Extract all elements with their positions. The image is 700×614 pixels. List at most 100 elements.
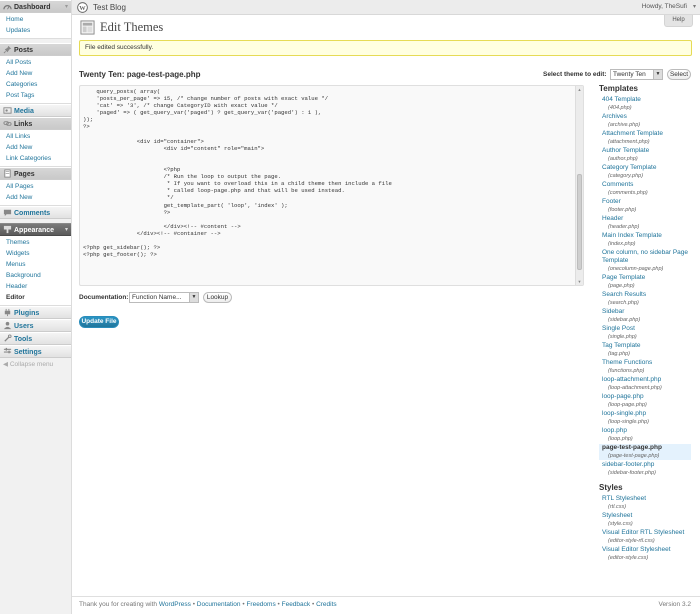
submenu-editor[interactable]: Editor xyxy=(0,292,71,303)
plugin-icon xyxy=(4,308,11,317)
menu-tools[interactable]: Tools xyxy=(0,332,71,345)
settings-icon xyxy=(3,347,12,354)
wordpress-logo-icon: W xyxy=(77,2,88,13)
help-button[interactable]: Help xyxy=(664,15,693,27)
submenu-updates[interactable]: Updates xyxy=(0,25,71,36)
submenu-all-posts[interactable]: All Posts xyxy=(0,57,71,68)
appearance-page-icon xyxy=(80,20,95,35)
documentation-select[interactable]: Function Name... ▼ xyxy=(129,292,199,303)
code-editor[interactable]: query_posts( array( 'posts_per_page' => … xyxy=(79,85,584,286)
submenu-post-tags[interactable]: Post Tags xyxy=(0,90,71,101)
template-item-sidebar-footer[interactable]: sidebar-footer.php (sidebar-footer.php) xyxy=(599,461,691,477)
template-item-404[interactable]: 404 Template (404.php) xyxy=(599,96,691,112)
submenu-home[interactable]: Home xyxy=(0,14,71,25)
template-item-single[interactable]: Single Post (single.php) xyxy=(599,325,691,341)
menu-posts[interactable]: Posts xyxy=(0,43,71,56)
template-item-page[interactable]: Page Template (page.php) xyxy=(599,274,691,290)
theme-select[interactable]: Twenty Ten ▼ xyxy=(610,69,663,80)
svg-text:W: W xyxy=(79,5,86,12)
site-title[interactable]: Test Blog xyxy=(93,3,126,12)
menu-comments[interactable]: Comments xyxy=(0,206,71,219)
pushpin-icon xyxy=(3,45,12,54)
scroll-up-icon[interactable]: ▲ xyxy=(576,86,583,93)
style-item-editor-rtl[interactable]: Visual Editor RTL Stylesheet (editor-styl… xyxy=(599,529,691,545)
submenu-add-new-page[interactable]: Add New xyxy=(0,192,71,203)
template-file-list: Templates 404 Template (404.php) Archives… xyxy=(599,84,691,563)
templates-heading: Templates xyxy=(599,84,638,93)
code-content[interactable]: query_posts( array( 'posts_per_page' => … xyxy=(80,86,583,260)
howdy-user[interactable]: Howdy, TheSufi xyxy=(642,3,687,10)
admin-header: W Test Blog Howdy, TheSufi ▾ xyxy=(72,0,700,15)
template-item-attachment[interactable]: Attachment Template (attachment.php) xyxy=(599,130,691,146)
media-icon xyxy=(3,107,12,114)
submenu-background[interactable]: Background xyxy=(0,270,71,281)
style-item-rtl[interactable]: RTL Stylesheet (rtl.css) xyxy=(599,495,691,511)
menu-links[interactable]: Links xyxy=(0,117,71,130)
menu-plugins[interactable]: Plugins xyxy=(0,306,71,319)
template-item-sidebar[interactable]: Sidebar (sidebar.php) xyxy=(599,308,691,324)
template-item-loop-single[interactable]: loop-single.php (loop-single.php) xyxy=(599,410,691,426)
menu-arrow-icon: ▾ xyxy=(64,4,68,10)
template-item-onecolumn[interactable]: One column, no sidebar Page Template (one… xyxy=(599,249,691,273)
collapse-menu[interactable]: ◀ Collapse menu xyxy=(0,358,71,371)
submenu-all-pages[interactable]: All Pages xyxy=(0,181,71,192)
lookup-button[interactable]: Lookup xyxy=(203,292,232,303)
style-item-editor[interactable]: Visual Editor Stylesheet (editor-style.cs… xyxy=(599,546,691,562)
submenu-add-new-link[interactable]: Add New xyxy=(0,142,71,153)
submenu-widgets[interactable]: Widgets xyxy=(0,248,71,259)
template-item-loop-page[interactable]: loop-page.php (loop-page.php) xyxy=(599,393,691,409)
footer-freedoms-link[interactable]: Freedoms xyxy=(246,601,275,608)
editor-scrollbar[interactable]: ▲ ▼ xyxy=(575,86,583,285)
submenu-categories[interactable]: Categories xyxy=(0,79,71,90)
menu-pages[interactable]: Pages xyxy=(0,167,71,180)
template-item-main-index[interactable]: Main Index Template (index.php) xyxy=(599,232,691,248)
menu-media-label: Media xyxy=(14,108,34,115)
footer-documentation-link[interactable]: Documentation xyxy=(197,601,241,608)
template-item-loop-attachment[interactable]: loop-attachment.php (loop-attachment.php) xyxy=(599,376,691,392)
submenu-add-new-post[interactable]: Add New xyxy=(0,68,71,79)
scroll-down-icon[interactable]: ▼ xyxy=(576,278,583,285)
submenu-header[interactable]: Header xyxy=(0,281,71,292)
menu-arrow-icon: ▾ xyxy=(64,227,68,233)
footer-wordpress-link[interactable]: WordPress xyxy=(159,601,191,608)
template-item-author[interactable]: Author Template (author.php) xyxy=(599,147,691,163)
menu-media[interactable]: Media xyxy=(0,104,71,117)
template-item-functions[interactable]: Theme Functions (functions.php) xyxy=(599,359,691,375)
submenu-all-links[interactable]: All Links xyxy=(0,131,71,142)
footer-credits: Thank you for creating with WordPress • … xyxy=(79,601,337,608)
submenu-link-categories[interactable]: Link Categories xyxy=(0,153,71,164)
footer-separator: • xyxy=(277,601,280,608)
footer-feedback-link[interactable]: Feedback xyxy=(282,601,311,608)
template-item-search[interactable]: Search Results (search.php) xyxy=(599,291,691,307)
menu-users[interactable]: Users xyxy=(0,319,71,332)
submenu-themes[interactable]: Themes xyxy=(0,237,71,248)
menu-settings[interactable]: Settings xyxy=(0,345,71,358)
footer-separator: • xyxy=(242,601,245,608)
template-item-archives[interactable]: Archives (archive.php) xyxy=(599,113,691,129)
scrollbar-thumb[interactable] xyxy=(577,174,582,270)
style-item-stylesheet[interactable]: Stylesheet (style.css) xyxy=(599,512,691,528)
menu-dashboard[interactable]: Dashboard ▾ xyxy=(0,0,71,13)
footer-separator: • xyxy=(311,601,315,608)
template-item-category[interactable]: Category Template (category.php) xyxy=(599,164,691,180)
users-icon xyxy=(3,321,12,330)
submenu-menus[interactable]: Menus xyxy=(0,259,71,270)
template-item-loop[interactable]: loop.php (loop.php) xyxy=(599,427,691,443)
footer-thanks: Thank you for creating with xyxy=(79,601,158,608)
template-item-comments[interactable]: Comments (comments.php) xyxy=(599,181,691,197)
user-menu-toggle-icon[interactable]: ▾ xyxy=(693,3,696,10)
select-theme-button[interactable]: Select xyxy=(667,69,691,80)
menu-appearance-label: Appearance xyxy=(14,227,55,234)
template-item-page-test-page[interactable]: page-test-page.php (page-test-page.php) xyxy=(599,444,691,460)
pages-submenu: All Pages Add New xyxy=(0,180,71,206)
file-title: Twenty Ten: page-test-page.php xyxy=(79,70,201,79)
footer-credits-link[interactable]: Credits xyxy=(316,601,337,608)
template-item-tag[interactable]: Tag Template (tag.php) xyxy=(599,342,691,358)
template-item-header[interactable]: Header (header.php) xyxy=(599,215,691,231)
dashboard-icon xyxy=(3,4,12,10)
update-file-button[interactable]: Update File xyxy=(79,316,119,328)
documentation-label: Documentation: xyxy=(79,294,129,301)
menu-comments-label: Comments xyxy=(14,210,51,217)
template-item-footer[interactable]: Footer (footer.php) xyxy=(599,198,691,214)
menu-appearance[interactable]: Appearance ▾ xyxy=(0,223,71,236)
